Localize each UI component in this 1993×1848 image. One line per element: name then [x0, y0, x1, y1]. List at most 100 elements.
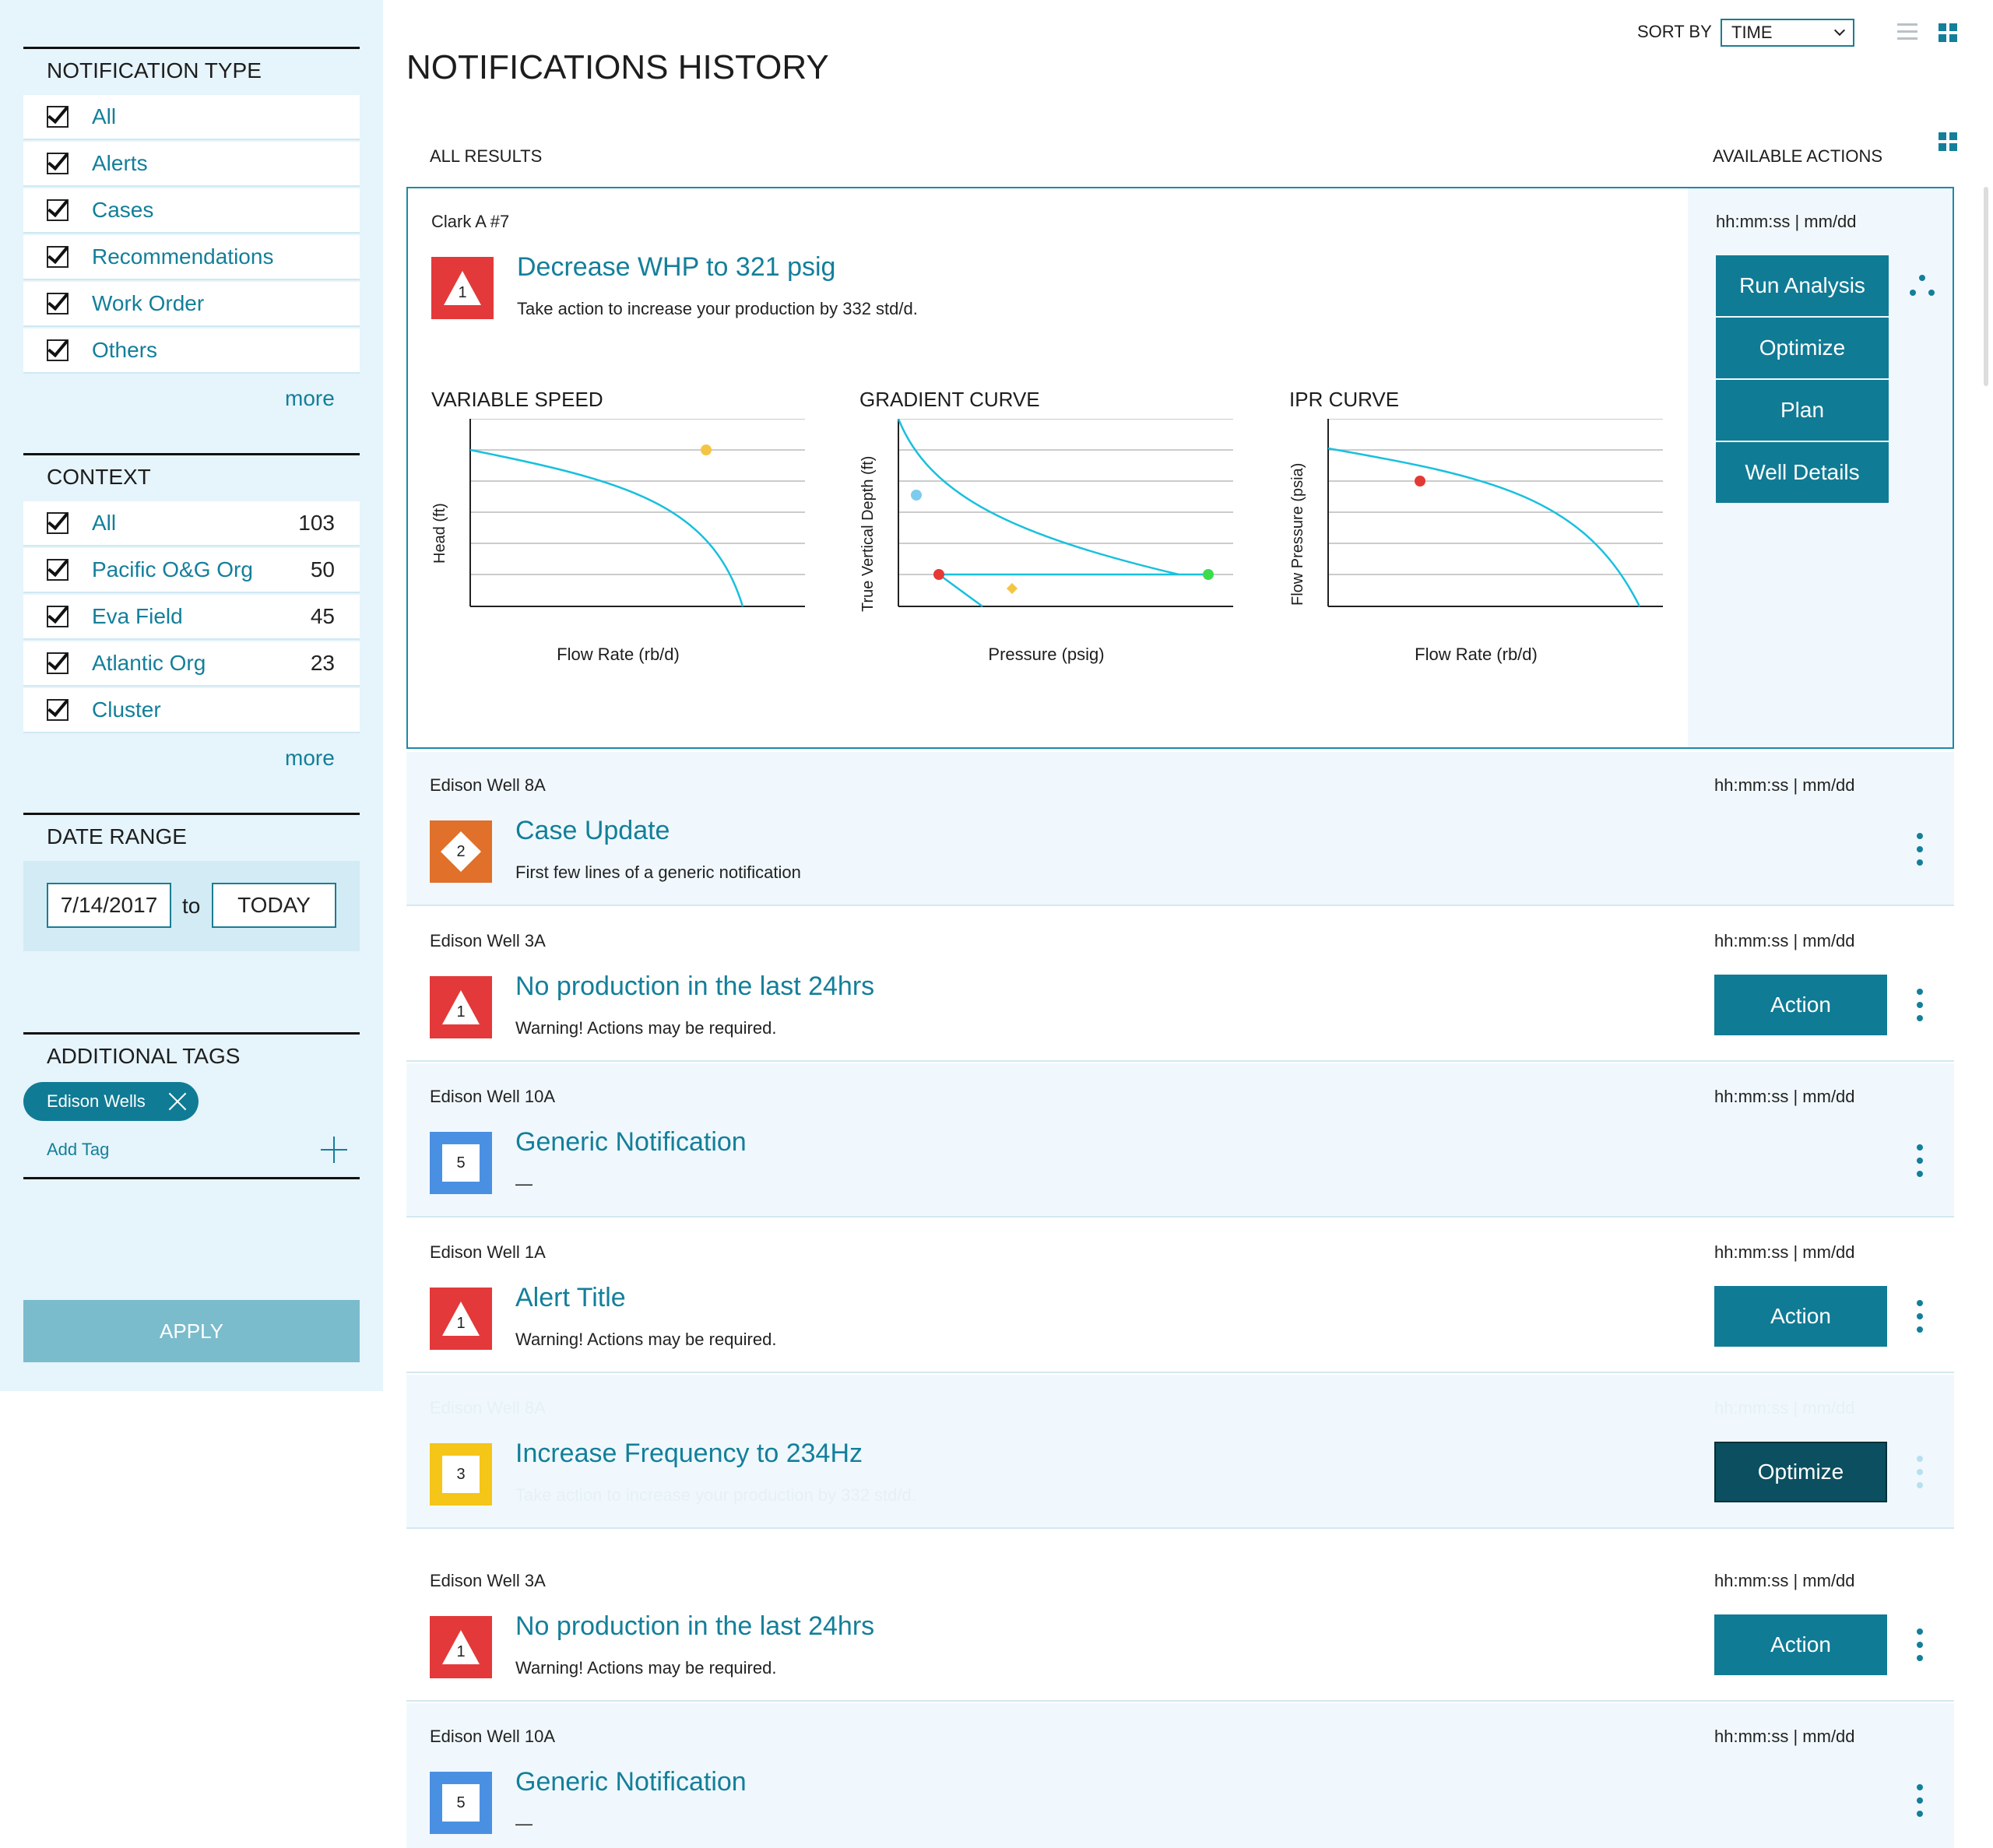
checkbox-checked-icon[interactable] [47, 512, 69, 534]
notification-title[interactable]: Alert Title [515, 1283, 626, 1313]
timestamp: hh:mm:ss | mm/dd [1714, 1727, 1855, 1746]
notification-title[interactable]: Generic Notification [515, 1127, 747, 1158]
run-analysis-button[interactable]: Run Analysis [1716, 255, 1889, 316]
well-name: Edison Well 8A [430, 1398, 546, 1418]
notification-card[interactable]: Edison Well 8A hh:mm:ss | mm/dd 2 Case U… [406, 752, 1954, 906]
checkbox-checked-icon[interactable] [47, 606, 69, 627]
add-tag-link[interactable]: Add Tag [47, 1140, 109, 1160]
well-name: Edison Well 1A [430, 1242, 546, 1262]
context-label: Atlantic Org [92, 651, 206, 675]
chart-x-label: Flow Rate (rb/d) [1415, 645, 1538, 664]
checkbox-checked-icon[interactable] [47, 199, 69, 221]
sort-select[interactable]: TIME [1721, 19, 1854, 47]
more-options-icon[interactable] [1917, 833, 1924, 869]
context-label: Cluster [92, 697, 161, 722]
filter-type-recommendations[interactable]: Recommendations [23, 235, 360, 280]
filter-label: All [92, 104, 117, 128]
grid-view-icon[interactable] [1939, 132, 1957, 151]
more-options-icon[interactable] [1917, 1628, 1924, 1664]
notification-subtitle: — [515, 1174, 533, 1193]
action-button[interactable]: Action [1714, 1286, 1887, 1347]
action-button[interactable]: Action [1714, 975, 1887, 1035]
add-tag-plus-icon[interactable] [321, 1137, 347, 1163]
date-from-input[interactable]: 7/14/2017 [47, 883, 171, 928]
optimize-button[interactable]: Optimize [1714, 1442, 1887, 1502]
recommendation-badge-icon: 3 [430, 1443, 492, 1505]
scrollbar[interactable] [1984, 187, 1988, 386]
filter-label: Cases [92, 198, 154, 222]
filter-label: Work Order [92, 291, 205, 315]
context-item-all[interactable]: All 103 [23, 501, 360, 546]
notification-title[interactable]: Increase Frequency to 234Hz [515, 1439, 863, 1469]
filter-label: Alerts [92, 151, 148, 175]
notification-card[interactable]: Edison Well 3A hh:mm:ss | mm/dd 1 No pro… [406, 1548, 1954, 1702]
context-more-link[interactable]: more [285, 746, 335, 771]
notification-title[interactable]: Decrease WHP to 321 psig [517, 252, 835, 283]
more-options-icon[interactable] [1917, 989, 1924, 1024]
badge-priority: 1 [456, 1642, 466, 1660]
checkbox-checked-icon[interactable] [47, 293, 69, 314]
apply-button[interactable]: APPLY [23, 1300, 360, 1362]
context-item-cluster[interactable]: Cluster [23, 688, 360, 733]
timestamp: hh:mm:ss | mm/dd [1714, 775, 1855, 795]
ipr-line [1327, 447, 1641, 607]
notification-card-expanded[interactable]: Clark A #7 hh:mm:ss | mm/dd 1 Decrease W… [406, 187, 1954, 749]
context-count: 23 [310, 651, 335, 675]
available-actions-label: AVAILABLE ACTIONS [1713, 146, 1883, 166]
filter-type-alerts[interactable]: Alerts [23, 142, 360, 187]
divider [23, 1177, 360, 1179]
checkbox-checked-icon[interactable] [47, 559, 69, 581]
checkbox-checked-icon[interactable] [47, 106, 69, 128]
context-item-eva[interactable]: Eva Field 45 [23, 595, 360, 640]
chart-x-label: Flow Rate (rb/d) [557, 645, 680, 664]
context-item-pacific[interactable]: Pacific O&G Org 50 [23, 548, 360, 593]
list-view-icon[interactable] [1897, 23, 1917, 42]
generic-badge-icon: 5 [430, 1132, 492, 1194]
more-options-icon[interactable] [1917, 1456, 1924, 1491]
more-options-icon[interactable] [1917, 1144, 1924, 1180]
alert-badge-icon: 1 [431, 257, 494, 319]
alert-badge-icon: 1 [430, 976, 492, 1038]
notification-title[interactable]: No production in the last 24hrs [515, 971, 874, 1002]
notification-card[interactable]: Edison Well 10A hh:mm:ss | mm/dd 5 Gener… [406, 1703, 1954, 1848]
action-button[interactable]: Action [1714, 1614, 1887, 1675]
date-to-input[interactable]: TODAY [212, 883, 336, 928]
well-name: Edison Well 10A [430, 1727, 556, 1746]
timestamp: hh:mm:ss | mm/dd [1716, 212, 1857, 231]
more-options-icon[interactable] [1917, 1300, 1924, 1336]
notification-title[interactable]: Case Update [515, 816, 670, 846]
chevron-down-icon [1833, 24, 1846, 37]
collapse-dots-icon[interactable] [1909, 274, 1935, 297]
ipr-curve-chart: IPR CURVE Flow Pressure (psia) Flow Rate… [1289, 388, 1663, 683]
checkbox-checked-icon[interactable] [47, 153, 69, 174]
more-options-icon[interactable] [1917, 1784, 1924, 1820]
context-label: Pacific O&G Org [92, 557, 253, 581]
timestamp: hh:mm:ss | mm/dd [1714, 1571, 1855, 1590]
notification-card[interactable]: Edison Well 1A hh:mm:ss | mm/dd 1 Alert … [406, 1219, 1954, 1373]
checkbox-checked-icon[interactable] [47, 339, 69, 361]
filter-type-others[interactable]: Others [23, 328, 360, 374]
context-item-atlantic[interactable]: Atlantic Org 23 [23, 641, 360, 687]
filter-type-cases[interactable]: Cases [23, 188, 360, 234]
notification-title[interactable]: No production in the last 24hrs [515, 1611, 874, 1642]
notification-card[interactable]: Edison Well 3A hh:mm:ss | mm/dd 1 No pro… [406, 908, 1954, 1062]
notification-title[interactable]: Generic Notification [515, 1767, 747, 1797]
filter-type-all[interactable]: All [23, 95, 360, 140]
notification-card[interactable]: Edison Well 10A hh:mm:ss | mm/dd 5 Gener… [406, 1063, 1954, 1217]
notification-subtitle: Warning! Actions may be required. [515, 1330, 777, 1349]
notification-type-more-link[interactable]: more [285, 386, 335, 411]
filter-label: Recommendations [92, 244, 274, 269]
ipr-curve-plot [1327, 419, 1663, 607]
grid-view-icon[interactable] [1939, 23, 1957, 42]
remove-tag-icon[interactable] [167, 1091, 188, 1112]
checkbox-checked-icon[interactable] [47, 699, 69, 721]
date-to-label: to [182, 894, 201, 918]
checkbox-checked-icon[interactable] [47, 246, 69, 268]
notification-card-hovered[interactable]: Edison Well 8A hh:mm:ss | mm/dd 3 Increa… [406, 1375, 1954, 1529]
plan-button[interactable]: Plan [1716, 380, 1889, 441]
variable-speed-plot [469, 419, 805, 607]
well-details-button[interactable]: Well Details [1716, 442, 1889, 503]
checkbox-checked-icon[interactable] [47, 652, 69, 674]
filter-type-work-order[interactable]: Work Order [23, 282, 360, 327]
optimize-button[interactable]: Optimize [1716, 318, 1889, 378]
